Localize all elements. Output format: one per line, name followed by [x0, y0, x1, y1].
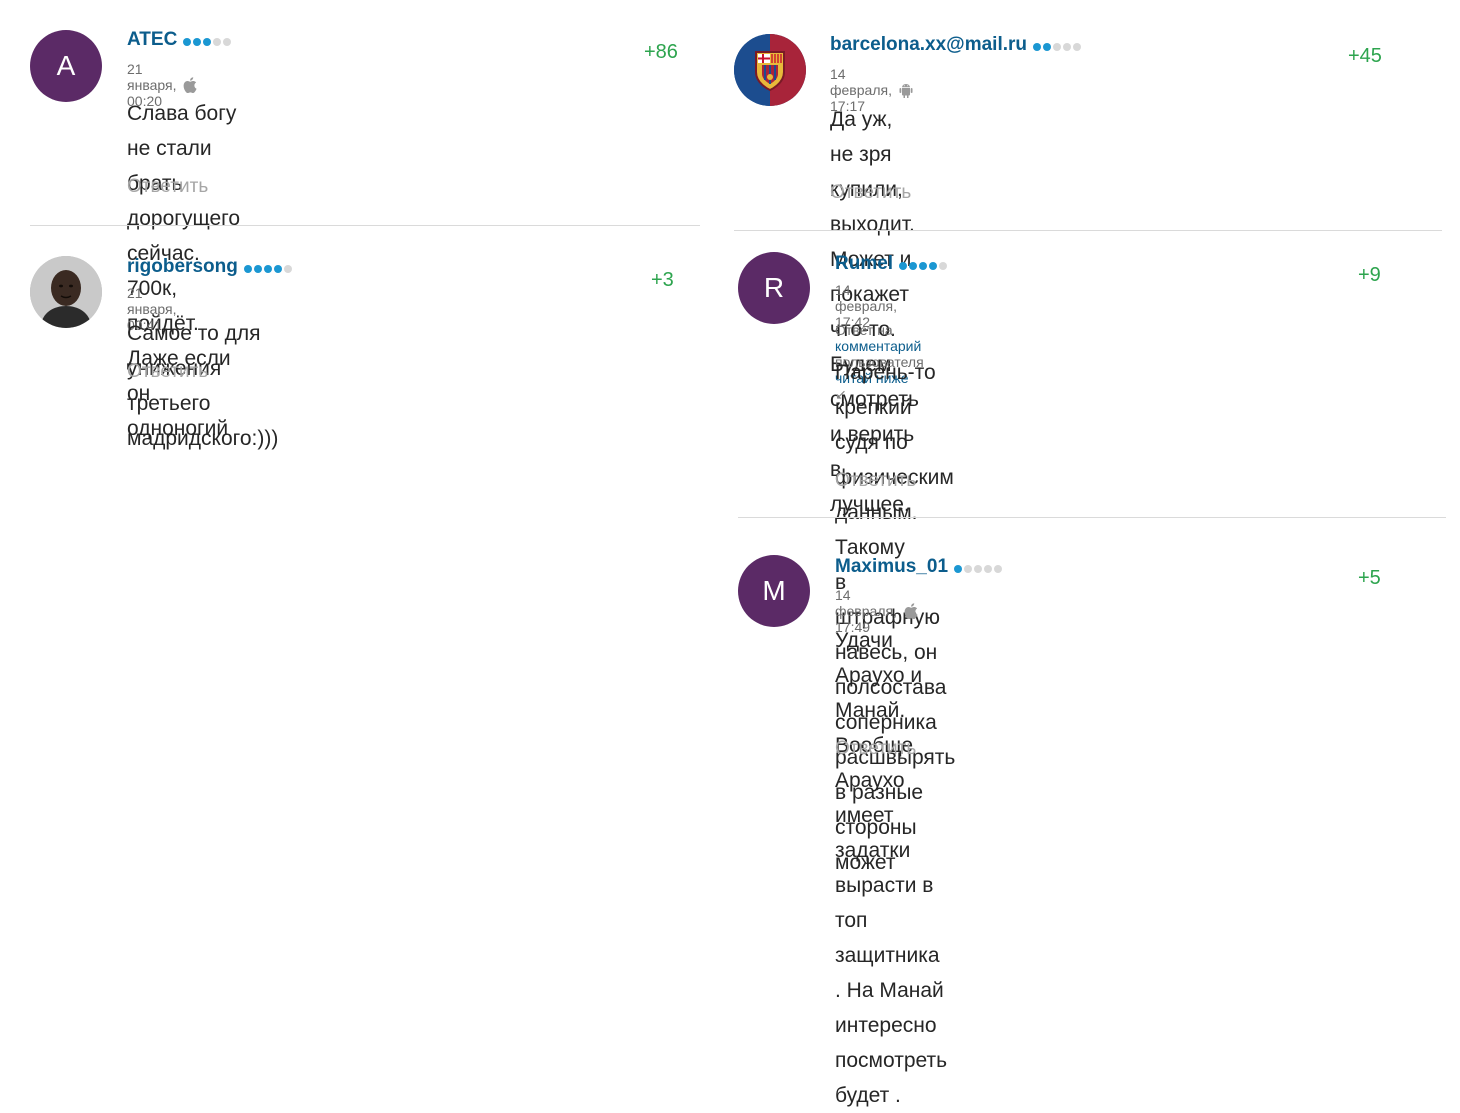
- rating-dot: [899, 261, 908, 270]
- rating-dot: [954, 564, 963, 573]
- divider: [738, 517, 1446, 518]
- rating-dot: [929, 261, 938, 270]
- android-icon: [899, 82, 913, 98]
- rating-dot: [1043, 42, 1051, 51]
- apple-icon: [183, 77, 197, 94]
- username-link[interactable]: ATEC: [127, 29, 177, 51]
- comment-text: Удачи Араухо и Манай. Вообще Араухо имее…: [835, 629, 948, 1107]
- apple-icon: [904, 603, 918, 620]
- avatar[interactable]: M: [738, 555, 810, 627]
- divider: [734, 230, 1442, 231]
- rating-dot: [203, 37, 212, 46]
- rating-dot: [1063, 42, 1071, 51]
- reply-button[interactable]: Ответить: [835, 470, 916, 492]
- reply-button[interactable]: Ответить: [127, 361, 208, 383]
- rating-dot: [253, 264, 262, 273]
- comment-score: +45: [1348, 45, 1382, 67]
- username-link[interactable]: rigobersong: [127, 256, 238, 278]
- comment-score: +86: [644, 41, 678, 63]
- rating-dot: [994, 564, 1003, 573]
- divider: [30, 225, 700, 226]
- rating-dot: [1073, 42, 1081, 51]
- username-link[interactable]: Maximus_01: [835, 556, 948, 578]
- rating-dot: [193, 37, 202, 46]
- comment-link[interactable]: комментарий: [835, 338, 921, 354]
- rating-dot: [283, 264, 292, 273]
- rating-dots: [954, 564, 1003, 573]
- avatar[interactable]: R: [738, 252, 810, 324]
- rating-dot: [243, 264, 252, 273]
- comment-score: +9: [1358, 264, 1381, 286]
- rating-dot: [1053, 42, 1061, 51]
- person-photo: [30, 256, 102, 328]
- rating-dot: [919, 261, 928, 270]
- rating-dot: [263, 264, 272, 273]
- reply-button[interactable]: Ответить: [127, 176, 208, 198]
- comment-text: Самое то для унижения третьего мадридско…: [127, 322, 279, 450]
- rating-dot: [183, 37, 192, 46]
- comment-score: +3: [651, 269, 674, 291]
- reply-button[interactable]: Ответить: [835, 738, 916, 760]
- avatar[interactable]: [30, 256, 102, 328]
- username-link[interactable]: Rumel: [835, 253, 893, 275]
- rating-dot: [223, 37, 232, 46]
- rating-dot: [273, 264, 282, 273]
- barcelona-crest-icon: [734, 34, 806, 106]
- rating-dot: [1033, 42, 1041, 51]
- rating-dot: [213, 37, 222, 46]
- rating-dots: [243, 264, 292, 273]
- rating-dots: [1033, 42, 1081, 51]
- rating-dot: [984, 564, 993, 573]
- rating-dots: [183, 37, 232, 46]
- avatar[interactable]: [734, 34, 806, 106]
- avatar[interactable]: A: [30, 30, 102, 102]
- rating-dots: [899, 261, 948, 270]
- username-link[interactable]: barcelona.xx@mail.ru: [830, 34, 1027, 56]
- rating-dot: [974, 564, 983, 573]
- rating-dot: [964, 564, 973, 573]
- comment-score: +5: [1358, 567, 1381, 589]
- reply-button[interactable]: Ответить: [830, 182, 911, 204]
- rating-dot: [939, 261, 948, 270]
- rating-dot: [909, 261, 918, 270]
